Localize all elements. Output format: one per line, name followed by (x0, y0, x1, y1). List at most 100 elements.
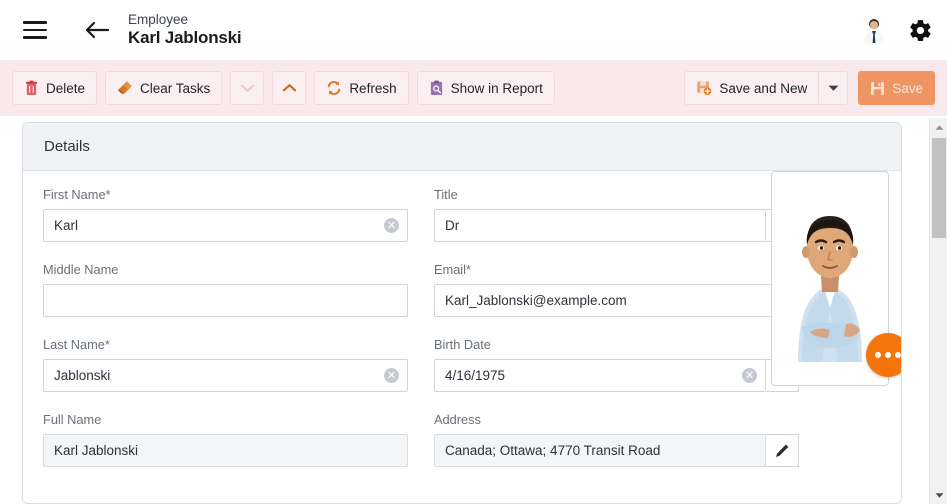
details-card-header: Details (23, 123, 901, 171)
middle-name-input[interactable] (43, 284, 408, 317)
title-label: Title (434, 187, 458, 202)
save-and-new-button[interactable]: Save and New (684, 71, 819, 105)
save-label: Save (892, 80, 923, 96)
hamburger-icon[interactable] (18, 13, 52, 47)
email-label: Email* (434, 262, 471, 277)
delete-button[interactable]: Delete (12, 71, 98, 105)
field-address: Address Canada; Ottawa; 4770 Transit Roa… (434, 412, 799, 467)
email-control: Karl_Jablonski@example.com ✕ (434, 284, 799, 317)
scrollbar-thumb[interactable] (932, 138, 946, 238)
title-value: Dr (445, 218, 460, 233)
hamburger-bar (23, 28, 47, 32)
birth-date-input[interactable]: 4/16/1975 ✕ (434, 359, 766, 392)
clear-icon[interactable]: ✕ (742, 368, 757, 383)
clear-icon[interactable]: ✕ (384, 368, 399, 383)
details-content: Details First Name* Karl ✕ Middle Name L… (0, 116, 929, 504)
clear-tasks-label: Clear Tasks (140, 80, 211, 96)
form-grid: First Name* Karl ✕ Middle Name Last Name… (43, 171, 901, 487)
full-name-input: Karl Jablonski (43, 434, 408, 467)
save-and-new-icon (697, 81, 712, 95)
last-name-value: Jablonski (54, 368, 111, 383)
scroll-up-button[interactable] (930, 118, 947, 136)
full-name-label: Full Name (43, 412, 102, 427)
field-title: Title Dr (434, 187, 799, 242)
chevron-up-icon (282, 84, 296, 92)
address-input[interactable]: Canada; Ottawa; 4770 Transit Road (434, 434, 766, 467)
details-title: Details (44, 138, 90, 155)
record-title: Karl Jablonski (128, 27, 242, 47)
middle-name-control (43, 284, 408, 317)
first-name-value: Karl (54, 218, 79, 233)
page-title: Employee Karl Jablonski (128, 12, 242, 47)
hamburger-bar (23, 21, 47, 24)
header-actions (859, 0, 935, 60)
toolbar-primary-actions: Save and New Save (684, 71, 935, 105)
caret-down-icon (828, 85, 839, 91)
more-options-fab[interactable] (866, 333, 901, 377)
chevron-down-icon (240, 84, 254, 92)
details-card-body: First Name* Karl ✕ Middle Name Last Name… (23, 171, 901, 487)
last-name-input[interactable]: Jablonski ✕ (43, 359, 408, 392)
birth-date-value: 4/16/1975 (445, 368, 506, 383)
delete-label: Delete (46, 80, 86, 96)
first-name-control: Karl ✕ (43, 209, 408, 242)
user-avatar[interactable] (859, 15, 889, 45)
scroll-down-button[interactable] (930, 486, 947, 504)
refresh-icon (328, 81, 341, 95)
pencil-edit-icon (776, 444, 789, 457)
previous-record-button[interactable] (230, 71, 265, 105)
breadcrumb: Employee (128, 12, 189, 28)
hamburger-bar (23, 36, 47, 39)
birth-date-control: 4/16/1975 ✕ (434, 359, 799, 392)
save-options-dropdown[interactable] (818, 71, 849, 105)
full-name-control: Karl Jablonski (43, 434, 408, 467)
first-name-label: First Name* (43, 187, 111, 202)
action-toolbar: Delete Clear Tasks Refresh Show in Repor… (0, 60, 947, 116)
clear-tasks-button[interactable]: Clear Tasks (105, 71, 223, 105)
address-control: Canada; Ottawa; 4770 Transit Road (434, 434, 799, 467)
save-button[interactable]: Save (858, 71, 935, 105)
vertical-scrollbar[interactable] (929, 118, 947, 504)
fab-dot (885, 352, 891, 358)
field-full-name: Full Name Karl Jablonski (43, 412, 408, 467)
email-value: Karl_Jablonski@example.com (445, 293, 627, 308)
scroll-down-arrow-icon (935, 492, 943, 498)
show-in-report-button[interactable]: Show in Report (416, 71, 555, 105)
avatar-glyph (864, 19, 884, 45)
field-last-name: Last Name* Jablonski ✕ (43, 337, 408, 392)
first-name-input[interactable]: Karl ✕ (43, 209, 408, 242)
fab-dot (895, 352, 901, 358)
field-birth-date: Birth Date 4/16/1975 ✕ (434, 337, 799, 392)
address-value: Canada; Ottawa; 4770 Transit Road (445, 443, 661, 458)
birth-date-label: Birth Date (434, 337, 491, 352)
report-clipboard-icon (430, 80, 442, 96)
refresh-label: Refresh (349, 80, 397, 96)
middle-name-label: Middle Name (43, 262, 119, 277)
full-name-value: Karl Jablonski (54, 443, 139, 458)
fab-dot (875, 352, 881, 358)
trash-icon (25, 80, 38, 96)
save-and-new-label: Save and New (719, 80, 808, 96)
details-card: Details First Name* Karl ✕ Middle Name L… (22, 122, 902, 504)
show-in-report-label: Show in Report (450, 80, 543, 96)
scroll-up-arrow-icon (935, 124, 943, 130)
form-column-right: Title Dr Email* Karl_Jablonski@example.c… (434, 187, 799, 487)
field-email: Email* Karl_Jablonski@example.com ✕ (434, 262, 799, 317)
title-control: Dr (434, 209, 799, 242)
last-name-label: Last Name* (43, 337, 110, 352)
eraser-icon (118, 81, 132, 94)
clear-icon[interactable]: ✕ (384, 218, 399, 233)
address-edit-button[interactable] (766, 434, 799, 467)
email-input[interactable]: Karl_Jablonski@example.com ✕ (434, 284, 799, 317)
title-input[interactable]: Dr (434, 209, 766, 242)
app-header: Employee Karl Jablonski (0, 0, 947, 60)
gear-icon[interactable] (905, 15, 935, 45)
form-column-left: First Name* Karl ✕ Middle Name Last Name… (43, 187, 408, 487)
back-arrow-glyph (85, 21, 110, 39)
refresh-button[interactable]: Refresh (314, 71, 409, 105)
employee-photo-frame (771, 171, 901, 386)
back-arrow-icon[interactable] (78, 11, 116, 49)
save-disk-icon (871, 81, 885, 95)
next-record-button[interactable] (272, 71, 307, 105)
gear-glyph (909, 19, 931, 41)
